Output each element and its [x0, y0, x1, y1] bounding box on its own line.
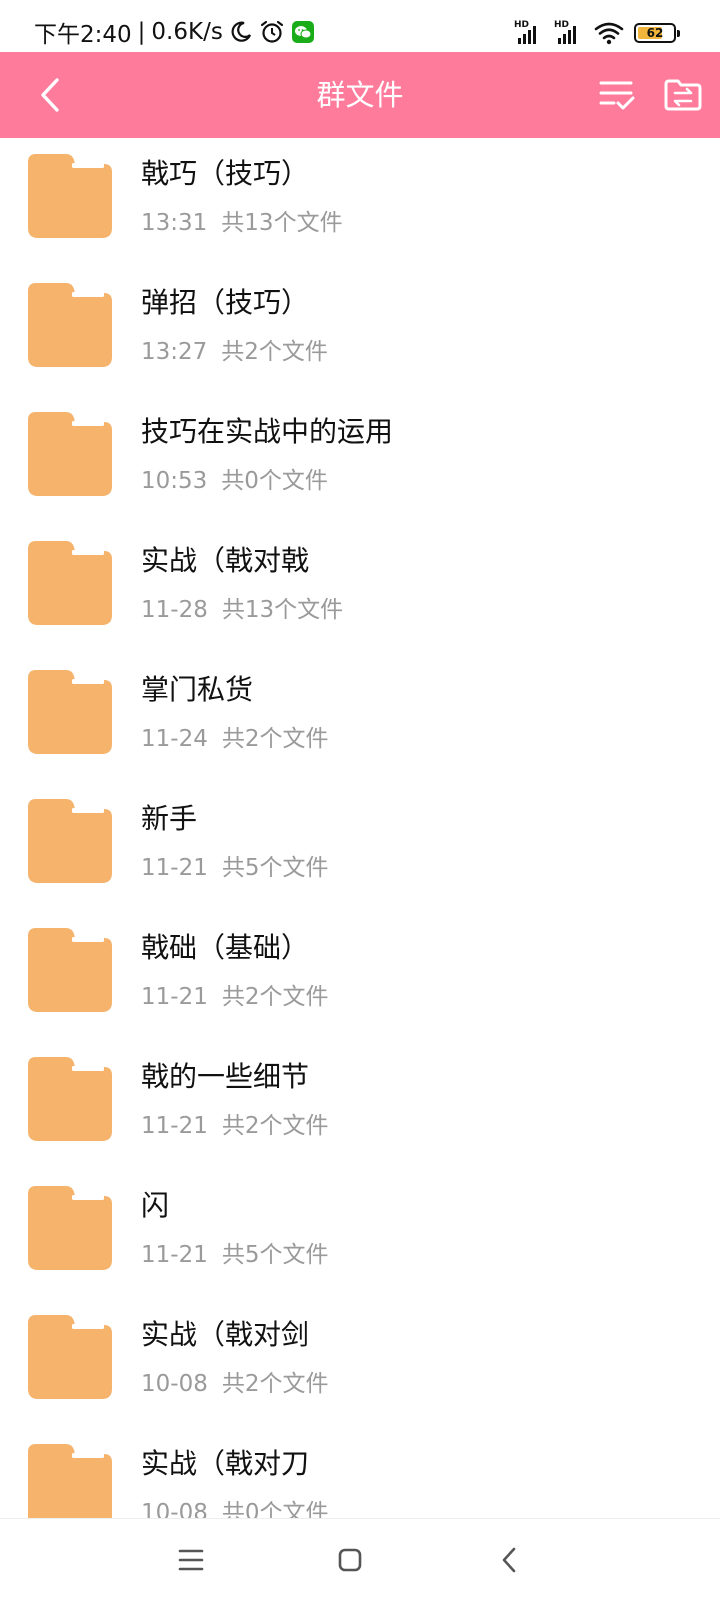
status-separator: |: [137, 19, 146, 45]
app-bar: 群文件: [0, 52, 720, 138]
folder-file-count: 共5个文件: [221, 1242, 329, 1268]
folder-icon: [28, 412, 112, 496]
folder-name: 实战（戟对剑: [141, 1318, 310, 1351]
folder-date: 11-21: [141, 1242, 208, 1268]
list-item[interactable]: 戟的一些细节 11-21 共2个文件: [0, 1041, 720, 1170]
folder-icon: [28, 283, 112, 367]
folder-meta: 10:53 共0个文件: [141, 466, 328, 496]
folder-name: 实战（戟对刀: [141, 1447, 310, 1480]
back-nav-button[interactable]: [487, 1537, 533, 1583]
folder-icon: [28, 1186, 112, 1270]
signal-icon: HD: [554, 20, 584, 46]
list-item[interactable]: 弹招（技巧） 13:27 共2个文件: [0, 267, 720, 396]
folder-meta: 11-21 共5个文件: [141, 853, 328, 883]
folder-icon: [28, 1444, 112, 1518]
status-bar: 下午2:40 | 0.6K/s HD HD 62: [0, 0, 720, 52]
folder-date: 10:53: [141, 468, 208, 494]
folder-meta: 11-28 共13个文件: [141, 595, 343, 625]
folder-name: 戟的一些细节: [141, 1060, 310, 1093]
alarm-icon: [259, 19, 285, 45]
folder-icon: [28, 541, 112, 625]
folder-date: 11-21: [141, 855, 208, 881]
folder-date: 11-24: [141, 726, 208, 752]
folder-icon: [28, 799, 112, 883]
folder-date: 11-21: [141, 984, 208, 1010]
moon-icon: [229, 20, 253, 44]
network-speed: 0.6K/s: [151, 19, 223, 45]
signal-icon: HD: [514, 20, 544, 46]
folder-name: 掌门私货: [141, 673, 254, 706]
folder-name: 闪: [141, 1189, 170, 1222]
folder-name: 实战（戟对戟: [141, 544, 310, 577]
back-icon: [499, 1546, 521, 1574]
status-left: 下午2:40 | 0.6K/s: [34, 17, 315, 48]
folder-date: 11-21: [141, 1113, 208, 1139]
folder-file-count: 共5个文件: [221, 855, 329, 881]
list-item[interactable]: 戟巧（技巧） 13:31 共13个文件: [0, 138, 720, 267]
folder-name: 弹招（技巧）: [141, 286, 310, 319]
folder-file-count: 共0个文件: [221, 1500, 329, 1518]
folder-icon: [28, 928, 112, 1012]
folder-icon: [28, 1057, 112, 1141]
folder-meta: 13:31 共13个文件: [141, 208, 343, 238]
battery-percent: 62: [646, 26, 664, 40]
folder-icon: [28, 154, 112, 238]
list-item[interactable]: 实战（戟对戟 11-28 共13个文件: [0, 525, 720, 654]
folder-meta: 11-21 共2个文件: [141, 982, 328, 1012]
folder-meta: 11-21 共2个文件: [141, 1111, 328, 1141]
folder-name: 戟巧（技巧）: [141, 157, 310, 190]
folder-file-count: 共2个文件: [221, 1113, 329, 1139]
folder-file-count: 共2个文件: [221, 1371, 329, 1397]
status-time: 下午2:40: [34, 22, 132, 48]
back-button[interactable]: [26, 70, 76, 120]
folder-meta: 13:27 共2个文件: [141, 337, 328, 367]
menu-icon: [177, 1547, 205, 1573]
folder-meta: 10-08 共2个文件: [141, 1369, 328, 1399]
file-list[interactable]: 戟巧（技巧） 13:31 共13个文件 弹招（技巧） 13:27 共2个文件 技巧在实战中的…: [0, 138, 720, 1518]
wifi-icon: [594, 21, 624, 45]
folder-icon: [28, 670, 112, 754]
folder-date: 10-08: [141, 1500, 208, 1518]
navigation-bar: [0, 1518, 720, 1600]
status-right: HD HD 62: [514, 19, 680, 47]
list-item[interactable]: 实战（戟对剑 10-08 共2个文件: [0, 1299, 720, 1428]
list-item[interactable]: 闪 11-21 共5个文件: [0, 1170, 720, 1299]
select-files-button[interactable]: [596, 74, 638, 116]
folder-name: 技巧在实战中的运用: [141, 415, 394, 448]
folder-file-count: 共0个文件: [221, 468, 328, 494]
list-item[interactable]: 新手 11-21 共5个文件: [0, 783, 720, 912]
folder-file-count: 共13个文件: [221, 597, 344, 623]
folder-meta: 11-21 共5个文件: [141, 1240, 328, 1270]
home-button[interactable]: [327, 1537, 373, 1583]
folder-name: 新手: [141, 802, 198, 835]
folder-icon: [28, 1315, 112, 1399]
list-check-icon: [596, 74, 638, 116]
folder-transfer-icon: [662, 74, 704, 116]
list-item[interactable]: 实战（戟对刀 10-08 共0个文件: [0, 1428, 720, 1518]
folder-date: 13:27: [141, 339, 208, 365]
chevron-left-icon: [36, 77, 66, 113]
folder-action-button[interactable]: [662, 74, 704, 116]
folder-meta: 11-24 共2个文件: [141, 724, 328, 754]
folder-date: 10-08: [141, 1371, 208, 1397]
folder-file-count: 共2个文件: [221, 339, 328, 365]
menu-button[interactable]: [168, 1537, 214, 1583]
folder-file-count: 共13个文件: [221, 210, 343, 236]
home-icon: [337, 1547, 363, 1573]
battery-icon: 62: [634, 23, 680, 43]
folder-meta: 10-08 共0个文件: [141, 1498, 328, 1518]
folder-date: 11-28: [141, 597, 208, 623]
list-item[interactable]: 技巧在实战中的运用 10:53 共0个文件: [0, 396, 720, 525]
wechat-icon: [291, 20, 315, 44]
list-item[interactable]: 掌门私货 11-24 共2个文件: [0, 654, 720, 783]
folder-file-count: 共2个文件: [221, 984, 329, 1010]
folder-date: 13:31: [141, 210, 208, 236]
list-item[interactable]: 戟础（基础） 11-21 共2个文件: [0, 912, 720, 1041]
folder-name: 戟础（基础）: [141, 931, 310, 964]
folder-file-count: 共2个文件: [221, 726, 329, 752]
